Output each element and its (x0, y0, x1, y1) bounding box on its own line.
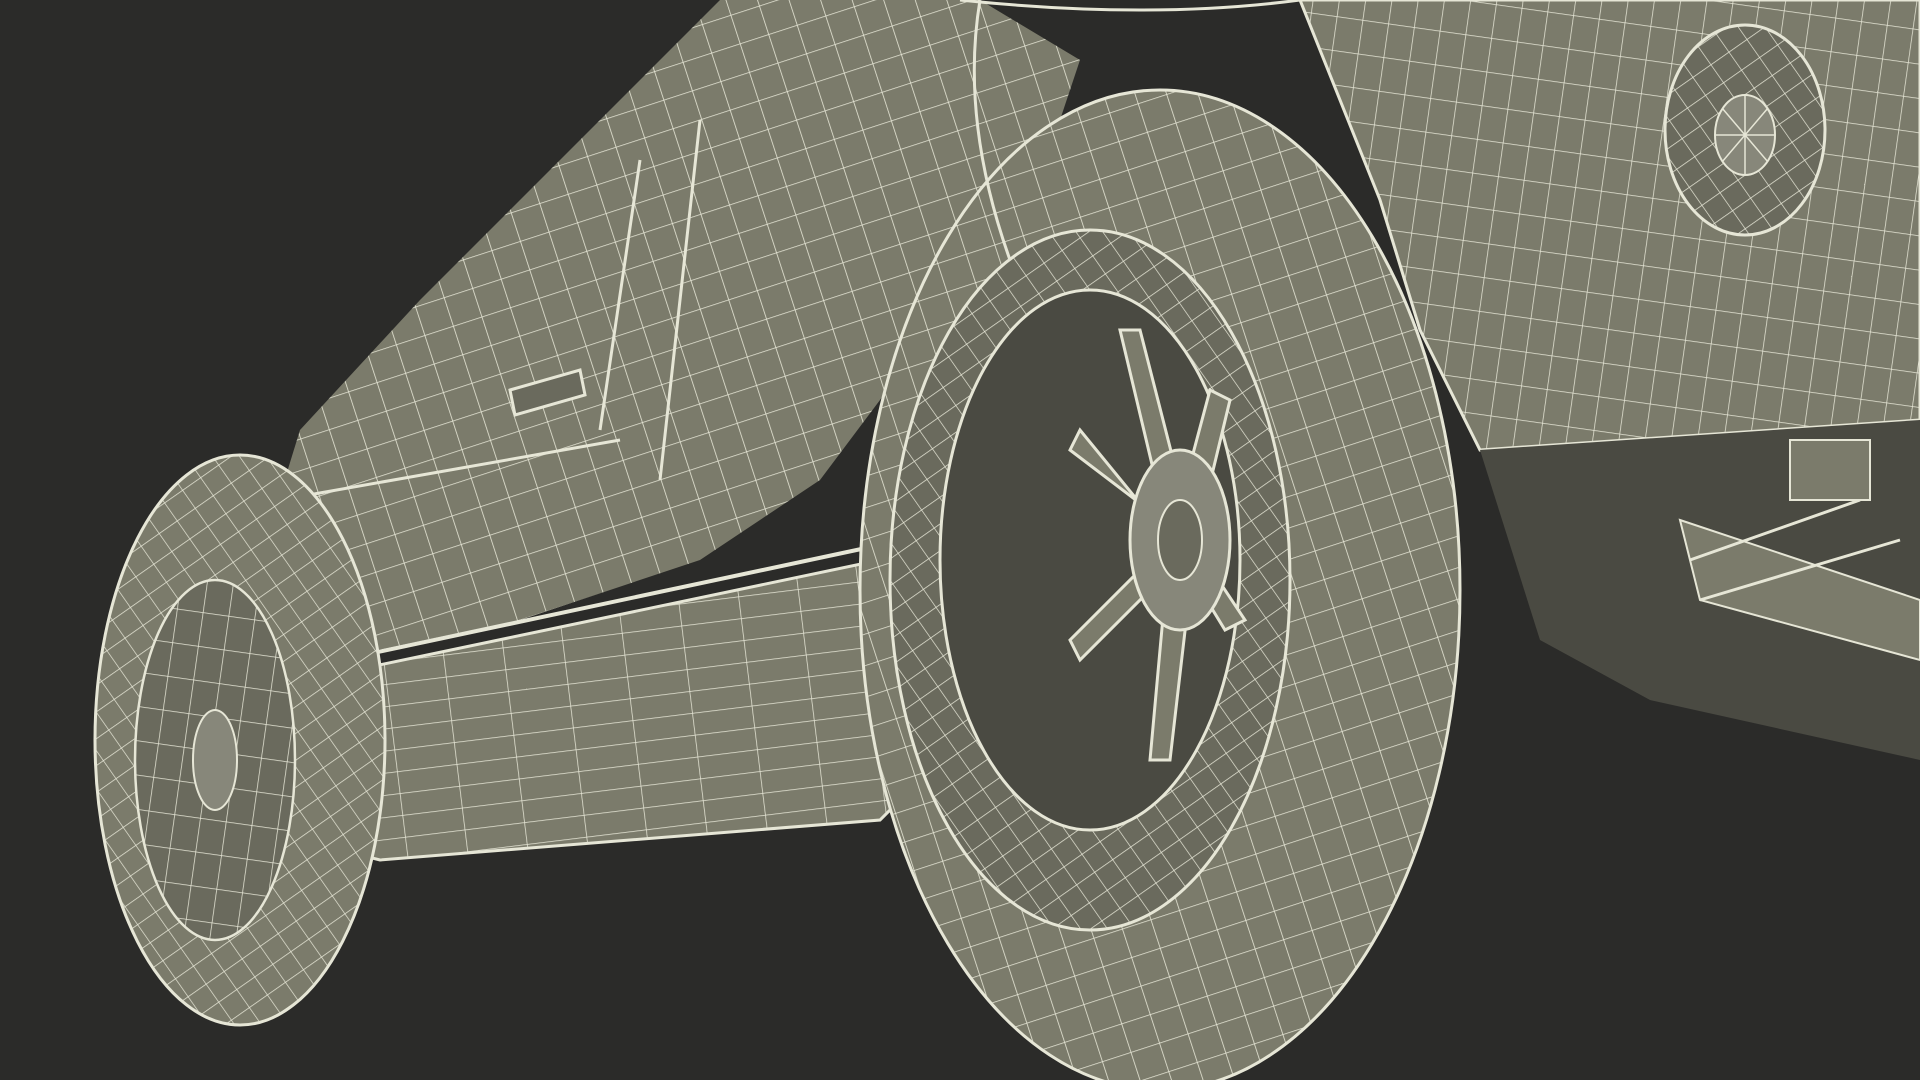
rear-wheel (858, 88, 1462, 1080)
wireframe-car-render (0, 0, 1920, 1080)
front-wheel (93, 453, 387, 1027)
tail-light (1663, 23, 1827, 237)
